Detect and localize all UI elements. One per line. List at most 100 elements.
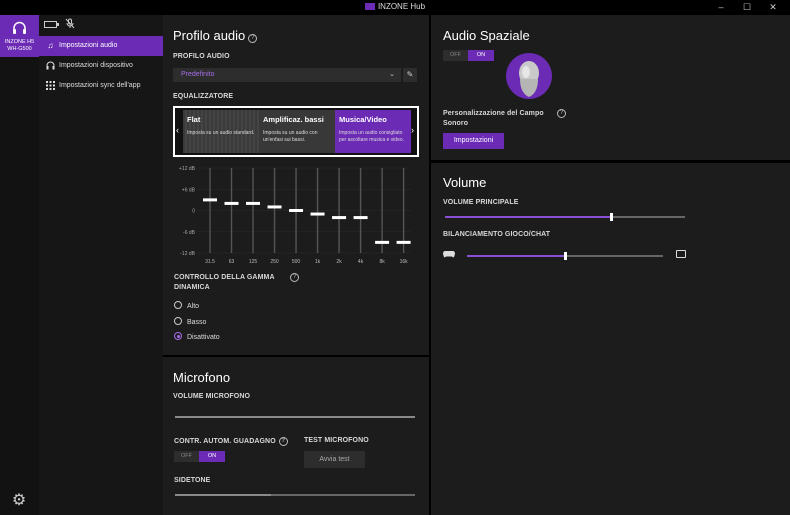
eq-band-label: 8k [379,259,385,265]
eq-band-label: 1k [315,259,321,265]
pencil-icon: ✎ [406,70,414,79]
mic-muted-icon [65,18,75,31]
grid-icon [46,81,55,90]
eq-band-label: 63 [229,259,235,265]
master-volume-label: VOLUME PRINCIPALE [443,199,519,206]
eq-band-label: 31.5 [205,259,215,265]
title-bar: INZONE Hub – ☐ ✕ [0,0,790,15]
master-volume-fill [445,216,611,218]
eq-preset-carousel: ‹ Flat Imposta su un audio standard. Amp… [173,106,419,157]
radio-high[interactable]: Alto [174,301,199,310]
settings-button[interactable]: Impostazioni [443,133,504,149]
mic-test-label: TEST MICROFONO [304,437,369,444]
page-title: Profilo audio? [173,28,258,43]
device-tile[interactable]: INZONE H5 WH-G500 [0,15,39,57]
eq-band-label: 16k [400,259,409,265]
chevron-right-icon[interactable]: › [411,125,414,135]
gear-icon[interactable]: ⚙ [10,492,28,510]
head-profile-icon [519,61,539,97]
eq-band-handle[interactable] [289,209,304,212]
sidetone-slider[interactable] [175,494,415,496]
headphones-icon [13,21,26,34]
eq-band-handle[interactable] [246,201,261,205]
master-volume-slider[interactable] [445,213,685,221]
eq-db-label: -6 dB [183,230,196,236]
game-chat-balance-slider[interactable] [467,252,663,260]
dynamic-range-label: CONTROLLO DELLA GAMMA DINAMICA [174,274,275,291]
eq-band-handle[interactable] [267,205,282,209]
eq-band-handle[interactable] [375,240,390,244]
radio-circle [174,317,182,325]
sidebar-item-label: Impostazioni dispositivo [59,62,133,69]
eq-band-handle[interactable] [203,198,217,202]
help-icon[interactable]: ? [290,273,299,282]
edit-profile-button[interactable]: ✎ [403,68,417,82]
maximize-button[interactable]: ☐ [736,2,758,13]
eq-preset-card[interactable]: Flat Imposta su un audio standard. [183,110,259,153]
minimize-button[interactable]: – [710,2,732,12]
device-name: INZONE H5 WH-G500 [4,39,35,52]
start-test-button[interactable]: Avvia test [304,451,365,468]
chevron-left-icon[interactable]: ‹ [176,125,179,135]
spatial-audio-title: Audio Spaziale [443,28,530,43]
balance-fill [467,255,565,257]
chat-icon [676,250,686,258]
sidebar: ♫ Impostazioni audio Impostazioni dispos… [39,15,163,515]
radio-low[interactable]: Basso [174,317,206,326]
mic-volume-slider[interactable] [175,416,415,418]
eq-band-label: 2k [336,259,342,265]
sidebar-item-label: Impostazioni audio [59,42,118,49]
help-icon[interactable]: ? [248,34,258,43]
profile-select[interactable]: Predefinito ⌄ [173,68,401,82]
eq-band-handle[interactable] [396,240,411,244]
gamepad-icon [443,251,455,258]
microphone-title: Microfono [173,370,231,385]
headphones-icon [46,61,55,70]
inzone-logo-icon [364,3,375,10]
volume-title: Volume [443,175,487,190]
eq-band-label: 4k [358,259,364,265]
eq-band-handle[interactable] [353,216,368,220]
eq-band-handle[interactable] [224,201,239,205]
eq-preset-card[interactable]: Amplificaz. bassi Imposta su un audio co… [259,110,335,153]
battery-icon [44,21,59,28]
help-icon[interactable]: ? [557,109,566,118]
sidetone-fill [175,494,271,496]
spatial-audio-toggle[interactable]: OFF ON [443,50,494,61]
agc-toggle[interactable]: OFF ON [174,451,225,462]
help-icon[interactable]: ? [278,437,288,446]
radio-circle [174,301,182,309]
equalizer-label: EQUALIZZATORE [173,93,234,100]
sidebar-item-label: Impostazioni sync dell'app [59,82,141,89]
eq-db-label: +12 dB [179,166,196,172]
radio-disabled[interactable]: Disattivato [174,332,220,341]
master-volume-thumb[interactable] [609,213,613,221]
mic-volume-fill [175,416,415,418]
chevron-down-icon: ⌄ [389,71,395,78]
eq-db-label: +6 dB [182,187,196,193]
agc-label: CONTR. AUTOM. GUADAGNO? [174,437,288,446]
music-note-icon: ♫ [47,41,54,50]
close-button[interactable]: ✕ [762,2,784,13]
sidebar-item-audio-settings[interactable]: ♫ Impostazioni audio [39,36,163,56]
sidebar-item-device-settings[interactable]: Impostazioni dispositivo [39,56,163,76]
radio-circle [174,332,182,340]
sidebar-item-app-sync[interactable]: Impostazioni sync dell'app [39,76,163,96]
eq-band-label: 500 [292,259,301,265]
mic-volume-label: VOLUME MICROFONO [173,393,251,400]
window-title: INZONE Hub [0,2,790,11]
sidetone-label: SIDETONE [174,477,211,484]
equalizer-graph: +12 dB +6 dB 0 -6 dB -12 dB 31.5 63 125 250 500 1k… [179,166,411,265]
eq-band-handle[interactable] [332,216,347,220]
balance-thumb[interactable] [564,252,567,260]
personalization-label: Personalizzazione del Campo Sonoro [443,110,544,127]
head-avatar [506,53,552,99]
eq-preset-card-selected[interactable]: Musica/Video Imposta un audio consigliat… [335,110,411,153]
eq-db-label: -12 dB [180,251,195,257]
profile-label: PROFILO AUDIO [173,53,230,60]
eq-band-label: 250 [270,259,279,265]
eq-band-handle[interactable] [310,212,325,216]
eq-db-label: 0 [192,209,195,215]
device-rail: INZONE H5 WH-G500 ⚙ [0,15,39,515]
eq-band-label: 125 [249,259,258,265]
